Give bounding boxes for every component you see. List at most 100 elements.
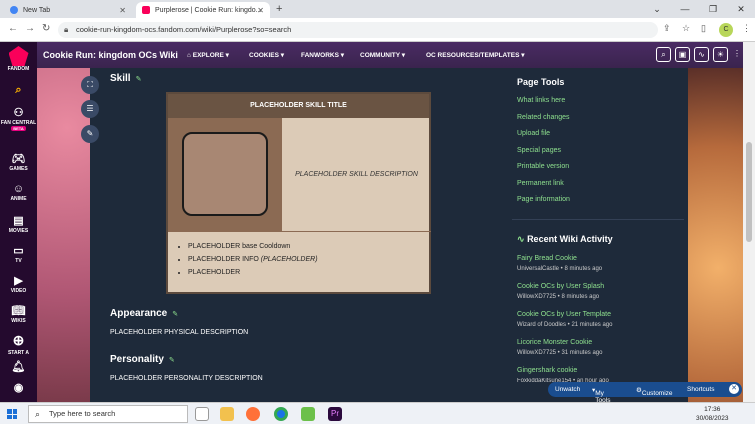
tab-search-icon[interactable]: ⌄ [643,0,671,18]
rail-search[interactable]: ⌕ [0,84,37,98]
personality-text: PLACEHOLDER PERSONALITY DESCRIPTION [110,375,263,382]
tab-purplerose[interactable]: Purplerose | Cookie Run: kingdo... ✕ [136,2,270,18]
share-icon[interactable]: ⇪ [663,23,671,34]
activity-meta: UniversalCastle • 8 minutes ago [517,266,603,272]
sidepanel-icon[interactable]: ▯ [701,23,706,34]
beta-badge: BETA [11,126,26,131]
edit-section-icon[interactable]: ✎ [169,357,175,364]
rail-wikis[interactable]: 📖︎ WIKIS [0,304,37,324]
windows-start-icon[interactable] [7,409,17,419]
fandom-global-nav: FANDOM ⌕ ⚇ FAN CENTRAL BETA 🎮︎ GAMES ☺ A… [0,42,37,402]
link-upload-file[interactable]: Upload file [517,130,550,137]
rail-user[interactable]: ◉ [0,381,37,395]
reload-icon[interactable]: ↻ [42,23,50,34]
activity-page-link[interactable]: Licorice Monster Cookie [517,339,592,346]
search-icon: ⌕ [15,84,22,96]
list-item-text: PLACEHOLDER INFO [188,256,259,263]
divider [512,219,684,220]
rail-anime[interactable]: ☺ ANIME [0,183,37,202]
list-item-text: PLACEHOLDER base Cooldown [188,243,291,250]
wiki-search-icon[interactable]: ⌕ [656,47,671,62]
link-related-changes[interactable]: Related changes [517,114,570,121]
link-permanent-link[interactable]: Permanent link [517,180,564,187]
window-controls: ⌄ — ❐ ✕ [643,0,755,18]
skill-image[interactable] [182,132,268,216]
menu-icon[interactable]: ⋮ [742,23,751,34]
rail-fan-central[interactable]: ⚇ FAN CENTRAL BETA [0,106,37,132]
link-special-pages[interactable]: Special pages [517,147,561,154]
edit-toolbar: Unwatch ▾ My Tools ⚙ Customize Shortcuts [548,382,742,404]
new-tab-button[interactable]: + [276,3,282,15]
activity-icon[interactable]: ∿ [694,47,709,62]
rail-start-wiki[interactable]: ⊕ START A [0,332,37,356]
rail-label: FANDOM [7,66,30,72]
activity-page-link[interactable]: Fairy Bread Cookie [517,255,577,262]
activity-page-link[interactable]: Cookie OCs by User Template [517,311,611,318]
nav-cookies[interactable]: COOKIES ▾ [249,51,284,59]
nav-fanworks[interactable]: FANWORKS ▾ [301,51,344,59]
lock-icon[interactable]: 🔒︎ [64,22,68,38]
firefox-icon[interactable] [246,407,260,421]
bookmark-star-icon[interactable]: ☆ [682,23,690,34]
theme-toggle-icon[interactable]: ☀ [713,47,728,62]
customize-button[interactable]: ⚙ Customize [636,386,673,397]
close-toolbar-icon[interactable]: ✕ [729,384,739,394]
back-icon[interactable]: ← [8,23,18,34]
recent-activity-title: ∿ Recent Wiki Activity [517,234,613,245]
close-tab-icon[interactable]: ✕ [257,6,264,15]
more-icon[interactable]: ⋮ [732,47,742,62]
shortcuts-button[interactable]: Shortcuts [687,386,714,393]
rail-tv[interactable]: ▭ TV [0,244,37,264]
rail-label: WIKIS [11,318,26,324]
page-scrollbar[interactable] [743,42,755,402]
link-printable-version[interactable]: Printable version [517,163,569,170]
activity-page-link[interactable]: Cookie OCs by User Splash [517,283,604,290]
activity-page-link[interactable]: Gingershark cookie [517,367,577,374]
unwatch-button[interactable]: Unwatch [555,386,580,393]
edit-icon[interactable]: ✎ [81,125,99,143]
nav-explore[interactable]: ⌂ EXPLORE ▾ [187,51,229,59]
nav-oc-resources[interactable]: OC RESOURCES/TEMPLATES ▾ [426,51,525,59]
taskbar-search[interactable]: ⌕ Type here to search [28,405,188,423]
wiki-header: Cookie Run: kingdom OCs Wiki ⌂ EXPLORE ▾… [37,42,755,68]
link-what-links-here[interactable]: What links here [517,97,565,104]
forward-icon[interactable]: → [25,23,35,34]
nav-community[interactable]: COMMUNITY ▾ [360,51,405,59]
background-art-left [37,68,97,402]
minimize-icon[interactable]: — [671,0,699,18]
app-icon[interactable] [301,407,315,421]
file-explorer-icon[interactable] [220,407,234,421]
chrome-taskbar-icon[interactable] [274,407,288,421]
rail-movies[interactable]: ▤ MOVIES [0,214,37,234]
rail-notifications[interactable]: 🔔︎ [0,360,37,374]
video-icon: ▶ [14,275,23,287]
discussions-icon[interactable]: ▣ [675,47,690,62]
scrollbar-thumb[interactable] [746,142,752,242]
edit-section-icon[interactable]: ✎ [172,311,178,318]
search-icon: ⌕ [35,409,41,419]
wiki-name[interactable]: Cookie Run: kingdom OCs Wiki [43,50,178,60]
edit-section-icon[interactable]: ✎ [136,76,142,83]
toc-icon[interactable]: ☰ [81,100,99,118]
link-page-information[interactable]: Page information [517,196,570,203]
close-window-icon[interactable]: ✕ [727,0,755,18]
url-field[interactable]: 🔒︎ cookie-run-kingdom-ocs.fandom.com/wik… [58,22,658,38]
close-tab-icon[interactable]: ✕ [119,6,126,15]
fandom-home-link[interactable]: FANDOM [0,46,37,72]
skill-heading: Skill ✎ [110,73,141,84]
system-clock[interactable]: 17:36 30/08/2023 [696,405,729,423]
appearance-text: PLACEHOLDER PHYSICAL DESCRIPTION [110,329,249,336]
list-item-italic: (PLACEHOLDER) [260,256,318,263]
my-tools-button[interactable]: ▾ My Tools [592,386,610,404]
rail-games[interactable]: 🎮︎ GAMES [0,152,37,172]
profile-avatar[interactable]: C [719,23,733,37]
heading-text: Personality [110,354,164,365]
tab-new-tab[interactable]: New Tab ✕ [4,2,132,18]
maximize-icon[interactable]: ❐ [699,0,727,18]
wikis-icon: 📖︎ [11,305,26,317]
fullscreen-icon[interactable]: ⛶ [81,76,99,94]
premiere-pro-icon[interactable]: Pr [328,407,342,421]
tab-title: New Tab [23,6,51,14]
rail-video[interactable]: ▶ VIDEO [0,274,37,294]
task-view-icon[interactable] [195,407,209,421]
